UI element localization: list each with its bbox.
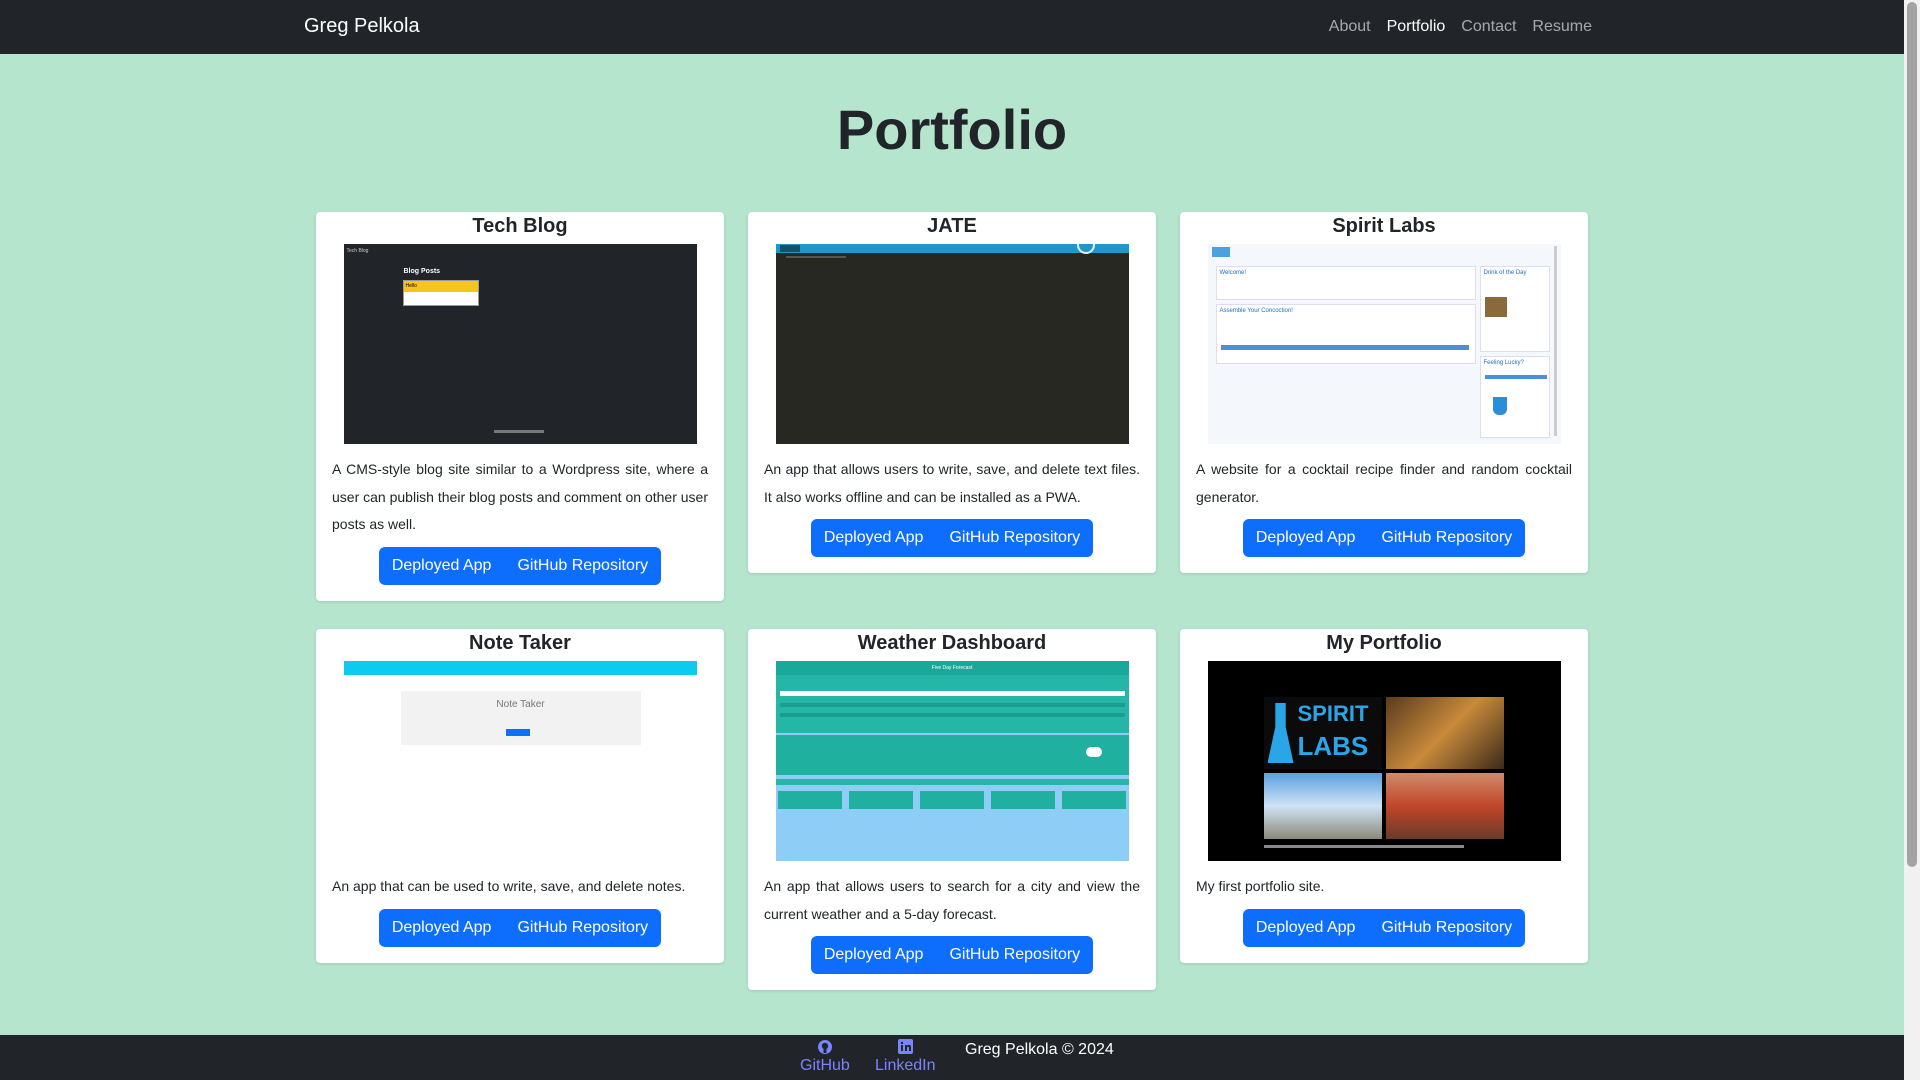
- card-description: An app that can be used to write, save, …: [332, 878, 686, 894]
- card-description: An app that allows users to write, save,…: [764, 461, 1140, 505]
- footer-linkedin-label: LinkedIn: [875, 1057, 936, 1074]
- project-card-jate: JATE An app that allows users to write, …: [748, 212, 1156, 573]
- footer-github-link[interactable]: GitHub: [800, 1035, 850, 1075]
- project-card-tech-blog: Tech Blog Tech Blog Blog Posts Hello A C…: [316, 212, 724, 601]
- navbar: Greg Pelkola About Portfolio Contact Res…: [0, 0, 1904, 54]
- card-title: JATE: [927, 215, 977, 237]
- nav-link-contact[interactable]: Contact: [1461, 18, 1516, 36]
- deployed-app-button[interactable]: Deployed App: [1242, 519, 1369, 557]
- project-screenshot: Five Day Forecast: [775, 661, 1129, 861]
- card-buttons: Deployed App GitHub Repository: [1180, 519, 1588, 573]
- card-buttons: Deployed App GitHub Repository: [316, 908, 724, 963]
- footer-linkedin-link[interactable]: LinkedIn: [875, 1035, 936, 1075]
- project-card-spirit-labs: Spirit Labs Welcome! Assemble Your Conco…: [1180, 212, 1588, 573]
- project-card-my-portfolio: My Portfolio SPIRIT LABS My first portfo…: [1180, 629, 1588, 963]
- card-title: Spirit Labs: [1332, 215, 1436, 237]
- navbar-brand[interactable]: Greg Pelkola: [304, 15, 420, 38]
- card-buttons: Deployed App GitHub Repository: [1180, 908, 1588, 963]
- card-description: A CMS-style blog site similar to a Wordp…: [332, 461, 708, 532]
- scrollbar-thumb[interactable]: [1907, 2, 1917, 867]
- github-repository-button[interactable]: GitHub Repository: [504, 908, 662, 947]
- deployed-app-button[interactable]: Deployed App: [1242, 908, 1369, 947]
- github-repository-button[interactable]: GitHub Repository: [504, 546, 662, 585]
- card-buttons: Deployed App GitHub Repository: [748, 936, 1156, 990]
- deployed-app-button[interactable]: Deployed App: [810, 519, 937, 557]
- deployed-app-button[interactable]: Deployed App: [810, 936, 937, 974]
- card-description: My first portfolio site.: [1196, 878, 1325, 894]
- linkedin-icon: [875, 1035, 936, 1057]
- nav-link-portfolio[interactable]: Portfolio: [1387, 18, 1446, 36]
- github-icon: [800, 1035, 850, 1057]
- project-screenshot: Note Taker: [343, 661, 697, 861]
- footer-copyright: Greg Pelkola © 2024: [965, 1041, 1114, 1058]
- deployed-app-button[interactable]: Deployed App: [378, 546, 505, 585]
- footer: GitHub LinkedIn Greg Pelkola © 2024: [0, 1035, 1904, 1080]
- card-title: Tech Blog: [472, 215, 568, 237]
- card-buttons: Deployed App GitHub Repository: [748, 519, 1156, 573]
- github-repository-button[interactable]: GitHub Repository: [1368, 908, 1526, 947]
- nav-link-resume[interactable]: Resume: [1532, 18, 1592, 36]
- project-screenshot: Tech Blog Blog Posts Hello: [343, 244, 697, 444]
- project-screenshot: Welcome! Assemble Your Concoction! Drink…: [1207, 244, 1561, 444]
- github-repository-button[interactable]: GitHub Repository: [1368, 519, 1526, 557]
- nav-link-about[interactable]: About: [1329, 18, 1371, 36]
- footer-github-label: GitHub: [800, 1057, 850, 1074]
- project-card-weather-dashboard: Weather Dashboard Five Day Forecast An a…: [748, 629, 1156, 990]
- card-title: My Portfolio: [1326, 632, 1442, 654]
- card-title: Note Taker: [469, 632, 571, 654]
- github-repository-button[interactable]: GitHub Repository: [936, 519, 1094, 557]
- github-repository-button[interactable]: GitHub Repository: [936, 936, 1094, 974]
- project-screenshot: [775, 244, 1129, 444]
- deployed-app-button[interactable]: Deployed App: [378, 908, 505, 947]
- card-buttons: Deployed App GitHub Repository: [316, 546, 724, 601]
- project-card-note-taker: Note Taker Note Taker An app that can be…: [316, 629, 724, 963]
- page-scrollbar[interactable]: [1904, 0, 1920, 1080]
- nav-links: About Portfolio Contact Resume: [1329, 0, 1592, 54]
- project-screenshot: SPIRIT LABS: [1207, 661, 1561, 861]
- card-description: A website for a cocktail recipe finder a…: [1196, 461, 1572, 505]
- page-title: Portfolio: [836, 98, 1068, 161]
- card-description: An app that allows users to search for a…: [764, 878, 1140, 922]
- card-title: Weather Dashboard: [857, 632, 1047, 654]
